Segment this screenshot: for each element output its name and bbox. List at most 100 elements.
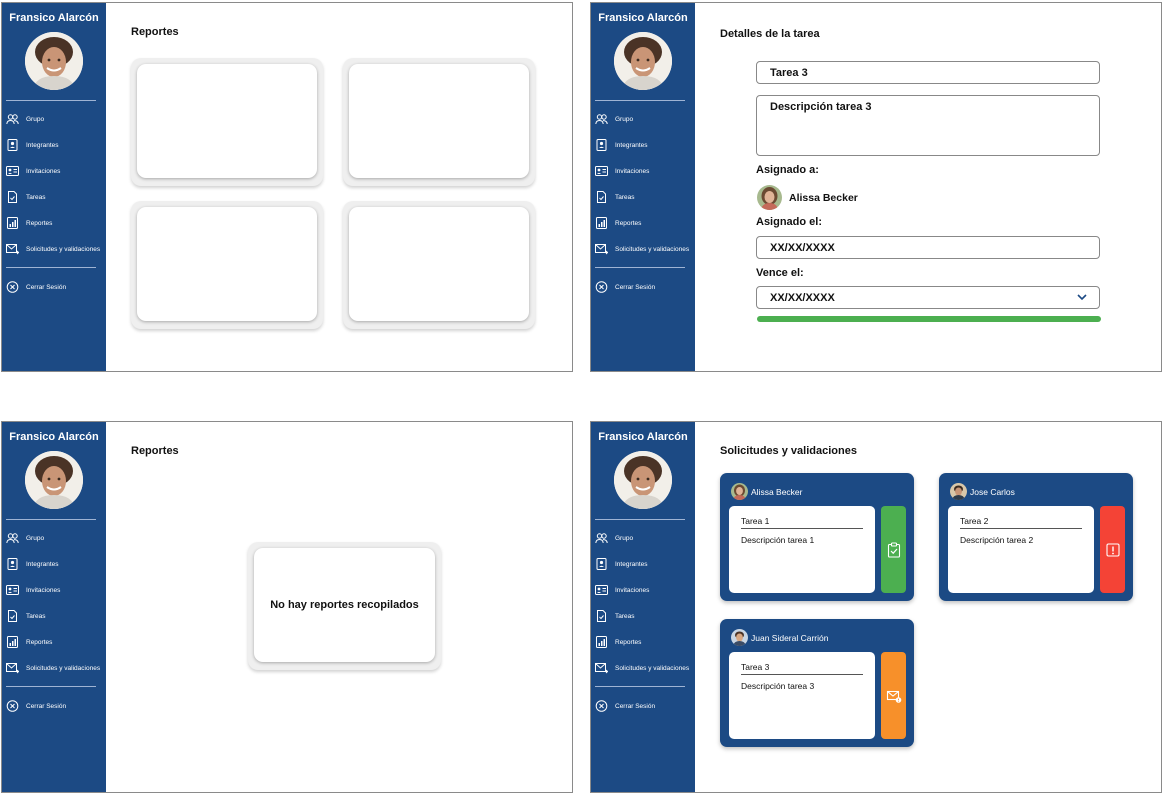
pending-button[interactable] — [881, 652, 906, 739]
user-avatar — [614, 32, 672, 90]
sidebar-item-tareas[interactable]: Tareas — [595, 188, 693, 206]
sidebar-item-label: Invitaciones — [26, 167, 61, 175]
sidebar-item-label: Solicitudes y validaciones — [26, 664, 101, 672]
sidebar-item-invitaciones[interactable]: Invitaciones — [6, 162, 104, 180]
request-card[interactable]: Jose Carlos Tarea 2 Descripción tarea 2 — [939, 473, 1133, 601]
sidebar-item-integrantes[interactable]: Integrantes — [6, 555, 104, 573]
screen-reportes-grid: Fransico Alarcón Grupo Integrantes Invit… — [1, 2, 573, 372]
sidebar-item-reportes[interactable]: Reportes — [6, 214, 104, 232]
request-body: Tarea 2 Descripción tarea 2 — [948, 506, 1094, 593]
sidebar-item-label: Solicitudes y validaciones — [26, 245, 101, 253]
report-card[interactable] — [343, 201, 535, 329]
request-card[interactable]: Alissa Becker Tarea 1 Descripción tarea … — [720, 473, 914, 601]
chevron-down-icon — [1077, 294, 1087, 301]
user-avatar — [25, 451, 83, 509]
sidebar-item-solicitudes[interactable]: Solicitudes y validaciones — [595, 240, 693, 258]
requester-avatar — [731, 629, 748, 646]
sidebar-item-grupo[interactable]: Grupo — [595, 529, 693, 547]
member-card-icon — [6, 139, 19, 151]
page-title: Reportes — [131, 26, 179, 38]
sidebar-item-label: Reportes — [615, 219, 642, 227]
sidebar-item-label: Reportes — [26, 638, 53, 646]
sidebar-item-tareas[interactable]: Tareas — [595, 607, 693, 625]
request-card[interactable]: Juan Sideral Carrión Tarea 3 Descripción… — [720, 619, 914, 747]
validate-button[interactable] — [881, 506, 906, 593]
sidebar-item-cerrar-sesion[interactable]: Cerrar Sesión — [595, 697, 693, 715]
mail-request-icon — [6, 243, 19, 255]
report-chart-icon — [6, 217, 19, 229]
sidebar-item-solicitudes[interactable]: Solicitudes y validaciones — [595, 659, 693, 677]
sidebar-separator — [6, 100, 96, 101]
reject-button[interactable] — [1100, 506, 1125, 593]
request-task-title: Tarea 3 — [741, 662, 863, 675]
sidebar-item-tareas[interactable]: Tareas — [6, 607, 104, 625]
sidebar-item-label: Cerrar Sesión — [26, 702, 67, 710]
task-doc-icon — [6, 191, 19, 203]
mail-request-icon — [595, 662, 608, 674]
sidebar-item-reportes[interactable]: Reportes — [595, 214, 693, 232]
sidebar-item-cerrar-sesion[interactable]: Cerrar Sesión — [6, 278, 104, 296]
user-avatar — [25, 32, 83, 90]
sidebar-item-integrantes[interactable]: Integrantes — [6, 136, 104, 154]
sidebar-item-invitaciones[interactable]: Invitaciones — [6, 581, 104, 599]
sidebar-item-label: Integrantes — [26, 141, 59, 149]
sidebar-item-integrantes[interactable]: Integrantes — [595, 136, 693, 154]
page-title: Solicitudes y validaciones — [720, 445, 857, 457]
sidebar-item-cerrar-sesion[interactable]: Cerrar Sesión — [595, 278, 693, 296]
user-name: Fransico Alarcón — [9, 431, 99, 443]
sidebar-item-label: Grupo — [615, 534, 634, 542]
requester-avatar — [950, 483, 967, 500]
sidebar-item-invitaciones[interactable]: Invitaciones — [595, 581, 693, 599]
alert-icon — [1105, 542, 1120, 557]
sidebar-item-grupo[interactable]: Grupo — [6, 529, 104, 547]
report-card[interactable] — [131, 201, 323, 329]
sidebar-item-reportes[interactable]: Reportes — [595, 633, 693, 651]
sidebar-separator — [595, 267, 685, 268]
sidebar-item-label: Reportes — [615, 638, 642, 646]
task-name-field[interactable]: Tarea 3 — [756, 61, 1100, 84]
invitation-card-icon — [595, 165, 608, 177]
sidebar-item-label: Invitaciones — [615, 586, 650, 594]
sidebar-item-solicitudes[interactable]: Solicitudes y validaciones — [6, 240, 104, 258]
task-description-field[interactable]: Descripción tarea 3 — [756, 95, 1100, 156]
request-task-description: Descripción tarea 3 — [741, 681, 815, 691]
close-circle-icon — [6, 281, 19, 293]
empty-reports-card: No hay reportes recopilados — [248, 542, 441, 670]
sidebar: Fransico Alarcón Grupo Integrantes Invit… — [591, 422, 695, 792]
sidebar-item-tareas[interactable]: Tareas — [6, 188, 104, 206]
sidebar-separator — [6, 267, 96, 268]
mail-request-icon — [6, 662, 19, 674]
task-progress-bar — [757, 316, 1101, 322]
group-icon — [6, 113, 19, 125]
requester-name: Jose Carlos — [970, 487, 1015, 497]
close-circle-icon — [6, 700, 19, 712]
sidebar-item-grupo[interactable]: Grupo — [6, 110, 104, 128]
due-date-label: Vence el: — [756, 267, 804, 279]
report-card[interactable] — [131, 58, 323, 186]
report-chart-icon — [6, 636, 19, 648]
sidebar-item-label: Cerrar Sesión — [615, 283, 656, 291]
sidebar-item-label: Reportes — [26, 219, 53, 227]
request-body: Tarea 1 Descripción tarea 1 — [729, 506, 875, 593]
sidebar-item-grupo[interactable]: Grupo — [595, 110, 693, 128]
sidebar-item-cerrar-sesion[interactable]: Cerrar Sesión — [6, 697, 104, 715]
sidebar-item-label: Cerrar Sesión — [26, 283, 67, 291]
invitation-card-icon — [6, 584, 19, 596]
sidebar-separator — [595, 100, 685, 101]
sidebar-item-invitaciones[interactable]: Invitaciones — [595, 162, 693, 180]
sidebar-item-integrantes[interactable]: Integrantes — [595, 555, 693, 573]
page-title: Detalles de la tarea — [720, 28, 820, 40]
sidebar-item-reportes[interactable]: Reportes — [6, 633, 104, 651]
sidebar-item-solicitudes[interactable]: Solicitudes y validaciones — [6, 659, 104, 677]
report-card[interactable] — [343, 58, 535, 186]
requester-name: Juan Sideral Carrión — [751, 633, 829, 643]
due-date-select[interactable]: XX/XX/XXXX — [756, 286, 1100, 309]
sidebar-item-label: Solicitudes y validaciones — [615, 245, 690, 253]
assigned-on-field[interactable]: XX/XX/XXXX — [756, 236, 1100, 259]
page-title: Reportes — [131, 445, 179, 457]
screen-reportes-vacio: Fransico Alarcón Grupo Integrantes Invit… — [1, 421, 573, 793]
sidebar-separator — [6, 686, 96, 687]
report-chart-icon — [595, 636, 608, 648]
sidebar-item-label: Invitaciones — [615, 167, 650, 175]
mail-alert-icon — [886, 690, 901, 703]
